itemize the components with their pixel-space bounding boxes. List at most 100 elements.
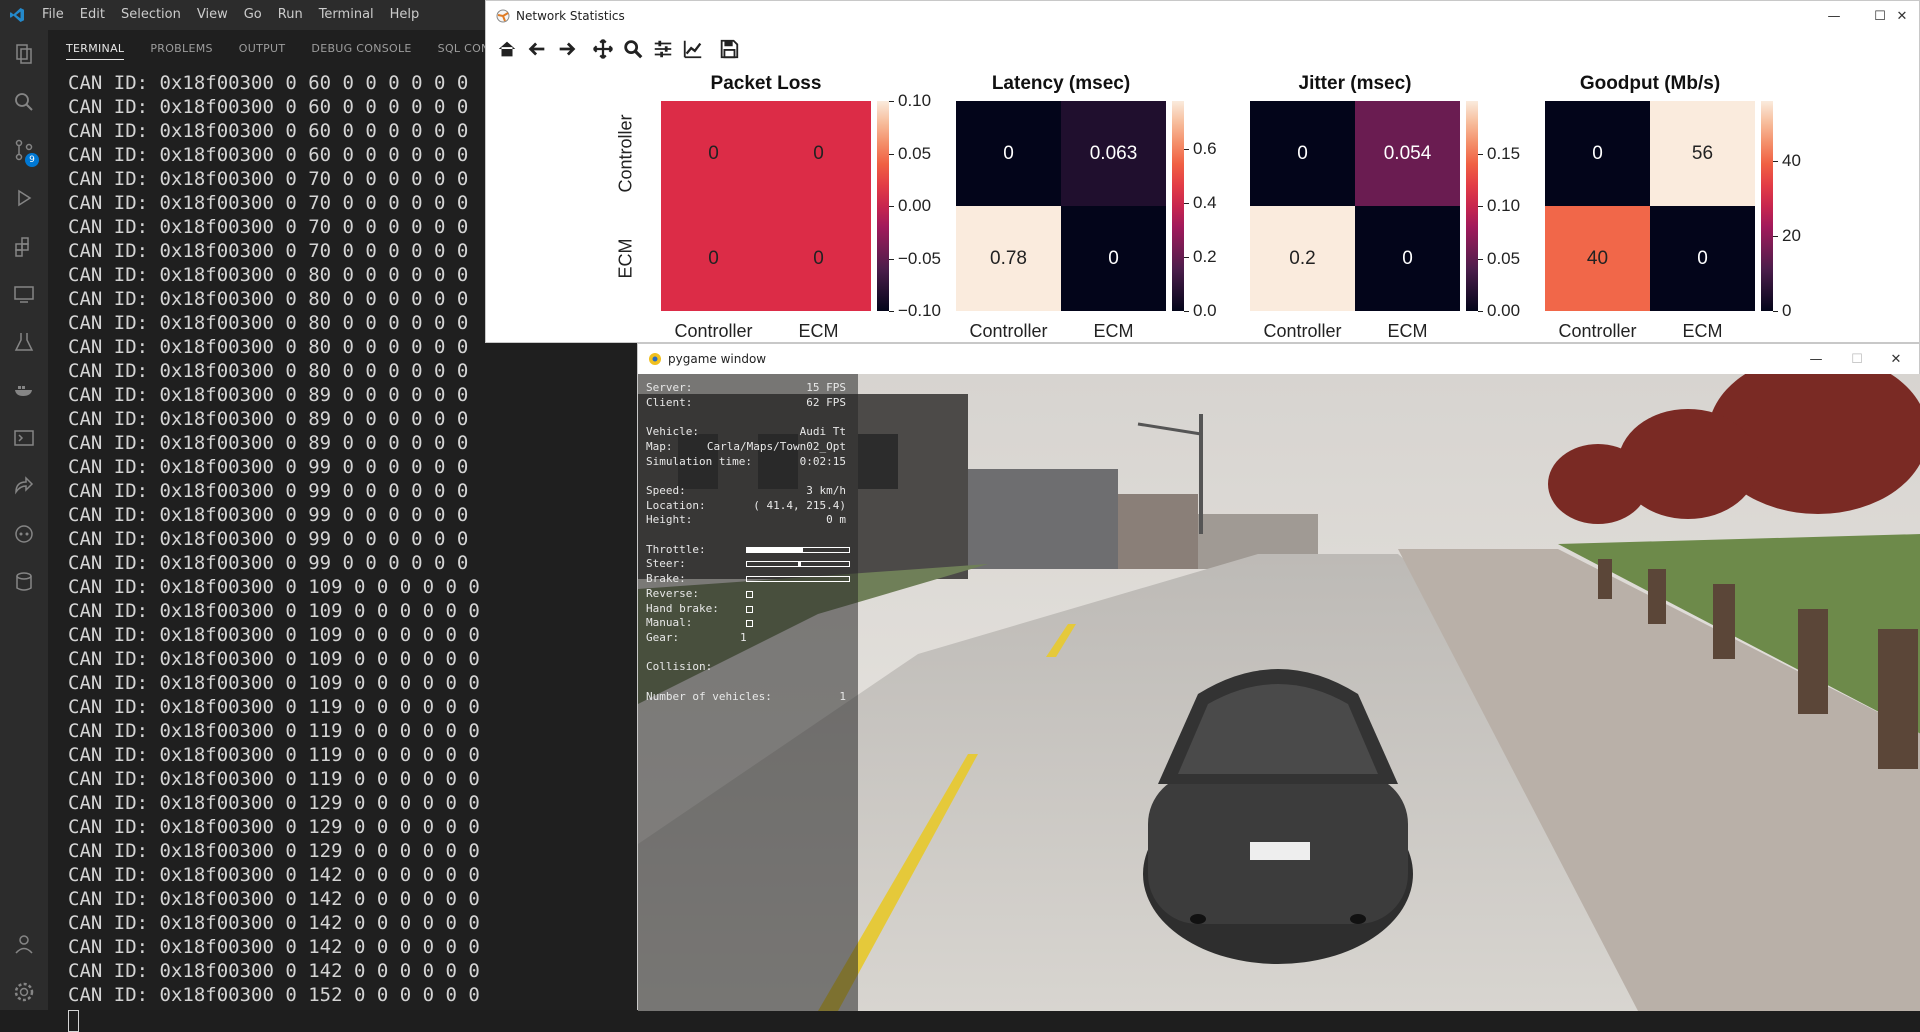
menu-terminal[interactable]: Terminal (311, 0, 382, 30)
pan-icon[interactable] (588, 35, 618, 63)
docker-icon[interactable] (0, 366, 48, 414)
minimize-button[interactable]: — (1811, 1, 1857, 31)
tab-terminal[interactable]: TERMINAL (66, 37, 125, 60)
menu-edit[interactable]: Edit (72, 0, 113, 30)
cell-label: 0 (1297, 142, 1308, 164)
terminal-line: CAN ID: 0x18f00300 0 109 0 0 0 0 0 0 (68, 672, 480, 694)
hud-label: Steer: (646, 557, 686, 571)
run-debug-icon[interactable] (0, 174, 48, 222)
terminal-line: CAN ID: 0x18f00300 0 109 0 0 0 0 0 0 (68, 648, 480, 670)
terminal-line: CAN ID: 0x18f00300 0 142 0 0 0 0 0 0 (68, 936, 480, 958)
remote-explorer-icon[interactable] (0, 270, 48, 318)
heatmap-cell: 40 (1545, 206, 1650, 311)
cell-label: 0 (1697, 247, 1708, 269)
heatmap-title: Jitter (msec) (1298, 73, 1412, 94)
terminal-line: CAN ID: 0x18f00300 0 129 0 0 0 0 0 0 (68, 816, 480, 838)
hud-row: Location: ( 41.4, 215.4) (646, 499, 852, 513)
colorbar-tick-mark (889, 258, 894, 260)
hud-value: 15 FPS (806, 381, 846, 394)
account-icon[interactable] (0, 920, 48, 968)
terminal-line: CAN ID: 0x18f00300 0 89 0 0 0 0 0 0 (68, 432, 469, 454)
colorbar-tick-label: 0.00 (1487, 301, 1521, 320)
hud-row: Number of vehicles: 1 (646, 690, 852, 704)
colorbar-tick-mark (1184, 149, 1189, 151)
hud-row (646, 675, 852, 689)
settings-icon[interactable] (0, 968, 48, 1016)
cell-label: 0 (813, 142, 824, 164)
menu-run[interactable]: Run (270, 0, 311, 30)
simulation-view[interactable]: Server: 15 FPS Client: 62 FPS Vehicle: Audi T… (638, 374, 1920, 1011)
hud-label: Location: (646, 498, 706, 512)
hud-bar (746, 576, 850, 583)
menu-view[interactable]: View (189, 0, 236, 30)
hud-value: 3 km/h (806, 483, 846, 497)
colorbar-tick-mark (1478, 258, 1483, 260)
save-icon[interactable] (714, 35, 744, 63)
terminal-icon[interactable] (0, 414, 48, 462)
colorbar (1466, 101, 1478, 311)
colorbar-tick-mark (889, 153, 894, 155)
home-icon[interactable] (492, 35, 522, 63)
heatmap-cell: 0.78 (956, 206, 1061, 311)
colorbar-tick-mark (1478, 311, 1483, 312)
testing-icon[interactable] (0, 318, 48, 366)
heatmap-cell: 0.063 (1061, 101, 1166, 206)
minimize-button[interactable]: — (1793, 344, 1839, 374)
hud-row (646, 410, 852, 424)
cell-label: 0 (1592, 142, 1603, 164)
search-icon[interactable] (0, 78, 48, 126)
zoom-icon[interactable] (618, 35, 648, 63)
tab-problems[interactable]: PROBLEMS (150, 42, 212, 55)
heatmap-title: Latency (msec) (991, 73, 1131, 94)
hud-label: Reverse: (646, 586, 699, 600)
y-tick-label: ECM (615, 238, 636, 278)
window-title: pygame window (668, 352, 767, 366)
back-icon[interactable] (522, 35, 552, 63)
menu-selection[interactable]: Selection (113, 0, 189, 30)
colorbar (877, 101, 889, 311)
explorer-icon[interactable] (0, 30, 48, 78)
terminal-line: CAN ID: 0x18f00300 0 99 0 0 0 0 0 0 (68, 528, 469, 550)
colorbar-tick-mark (1184, 257, 1189, 259)
database-icon[interactable] (0, 558, 48, 606)
colorbar-tick-mark (1773, 311, 1778, 312)
configure-subplots-icon[interactable] (648, 35, 678, 63)
terminal-line: CAN ID: 0x18f00300 0 129 0 0 0 0 0 0 (68, 840, 480, 862)
menu-file[interactable]: File (34, 0, 72, 30)
matplotlib-icon (496, 9, 510, 23)
extensions-icon[interactable] (0, 222, 48, 270)
tab-debug-console[interactable]: DEBUG CONSOLE (311, 42, 411, 55)
hud-bar-fill (747, 547, 804, 552)
hud-checkbox (746, 590, 753, 598)
terminal-line: CAN ID: 0x18f00300 0 109 0 0 0 0 0 0 (68, 624, 480, 646)
terminal-line: CAN ID: 0x18f00300 0 99 0 0 0 0 0 0 (68, 504, 469, 526)
cell-label: 0 (1108, 247, 1119, 269)
tab-output[interactable]: OUTPUT (239, 42, 286, 55)
hud-label: Brake: (646, 572, 686, 586)
close-button[interactable]: ✕ (1879, 1, 1920, 31)
colorbar-tick-mark (889, 206, 894, 207)
cell-label: 0.063 (1089, 142, 1138, 164)
edit-axis-icon[interactable] (678, 35, 708, 63)
hud-row: Height: 0 m (646, 513, 852, 527)
hud-row: Vehicle: Audi Tt (646, 425, 852, 439)
forward-icon[interactable] (552, 35, 582, 63)
hud-row (646, 528, 852, 542)
x-tick-label: Controller (1558, 321, 1637, 341)
source-control-icon[interactable]: 9 (0, 126, 48, 174)
colorbar-tick-label: 0.15 (1487, 143, 1521, 163)
heatmap-cell: 0 (766, 206, 871, 311)
menu-help[interactable]: Help (382, 0, 428, 30)
terminal-line: CAN ID: 0x18f00300 0 80 0 0 0 0 0 0 (68, 360, 469, 382)
live-share-icon[interactable] (0, 462, 48, 510)
copilot-icon[interactable] (0, 510, 48, 558)
close-button[interactable]: ✕ (1873, 344, 1919, 374)
menu-go[interactable]: Go (236, 0, 270, 30)
hud-row: Steer: (646, 557, 852, 571)
heatmap-cell: 0 (1355, 206, 1460, 311)
hud-row: Client: 62 FPS (646, 396, 852, 410)
cell-label: 0 (708, 247, 719, 269)
hud-row: Server: 15 FPS (646, 381, 852, 395)
cell-label: 0 (813, 247, 824, 269)
hud-row: Throttle: (646, 543, 852, 557)
